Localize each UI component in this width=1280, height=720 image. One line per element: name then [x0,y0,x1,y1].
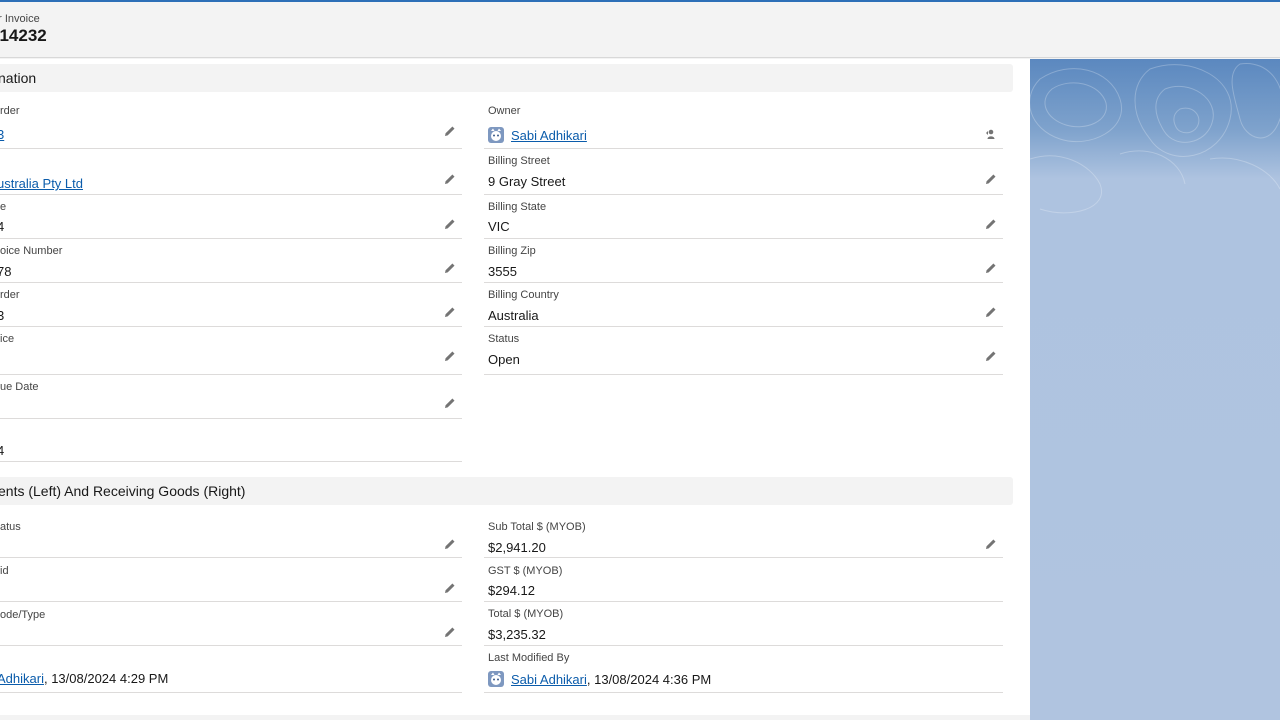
field-sub-total: Sub Total $ (MYOB) $2,941.20 [484,515,1003,558]
field-value-link[interactable]: ustralia Pty Ltd [0,176,83,191]
section-header-information[interactable]: nation [0,64,1013,92]
field-due-date: ue Date [0,375,462,419]
field-paid: id [0,558,462,602]
field-billing-street: Billing Street 9 Gray Street [484,149,1003,195]
created-date: , 13/08/2024 4:29 PM [43,671,169,686]
field-date: e 4 [0,195,462,239]
field-gst: GST $ (MYOB) $294.12 [484,558,1003,602]
record-number: 014232 [0,26,47,45]
pencil-icon[interactable] [985,262,997,274]
field-billing-state: Billing State VIC [484,195,1003,239]
field-value-modified: Sabi Adhikari, 13/08/2024 4:36 PM [488,671,711,687]
field-label: ice [0,333,15,345]
field-billing-country: Billing Country Australia [484,283,1003,327]
pencil-icon[interactable] [985,538,997,550]
field-label: Status [488,333,520,345]
modified-by-link[interactable]: Sabi Adhikari [511,672,587,687]
field-label: id [0,565,9,577]
record-header: or Invoice 014232 [0,2,1280,58]
modified-date: , 13/08/2024 4:36 PM [586,672,712,687]
field-value-owner: Sabi Adhikari [488,127,587,143]
field-value: 4 [0,443,5,458]
field-total: Total $ (MYOB) $3,235.32 [484,602,1003,646]
field-label: ue Date [0,381,39,393]
section-title: ents (Left) And Receiving Goods (Right) [0,483,246,499]
created-by-link[interactable]: Adhikari [0,671,44,686]
pencil-icon[interactable] [444,626,456,638]
user-avatar-icon [488,671,504,687]
field-label: atus [0,521,21,533]
pencil-icon[interactable] [985,218,997,230]
field-label: Last Modified By [488,652,570,664]
pencil-icon[interactable] [444,350,456,362]
field-value: 3 [0,308,5,323]
topographic-pattern [1030,63,1280,214]
pencil-icon[interactable] [985,306,997,318]
field-label: Billing Street [488,155,550,167]
field-value: 3555 [488,264,517,279]
bottom-edge [0,715,1030,720]
field-label: Total $ (MYOB) [488,608,564,620]
field-value: Open [488,352,520,367]
field-label: Sub Total $ (MYOB) [488,521,586,533]
field-status: Status Open [484,327,1003,375]
field-readonly: 4 [0,419,462,462]
field-value: 78 [0,264,12,279]
section-title: nation [0,70,37,86]
field-value-link[interactable]: 3 [0,127,4,142]
pencil-icon[interactable] [444,262,456,274]
pencil-icon[interactable] [444,125,456,137]
field-account: ustralia Pty Ltd [0,149,462,195]
field-label: oice Number [0,245,63,257]
field-value: $294.12 [488,583,535,598]
field-value: 9 Gray Street [488,174,566,189]
pencil-icon[interactable] [985,173,997,185]
section-header-payments[interactable]: ents (Left) And Receiving Goods (Right) [0,477,1013,505]
field-label: e [0,201,7,213]
pencil-icon[interactable] [444,218,456,230]
field-label: Billing Zip [488,245,536,257]
field-value: Australia [488,308,539,323]
owner-link[interactable]: Sabi Adhikari [511,128,587,143]
field-label: rder [0,105,20,117]
field-invoice-number: oice Number 78 [0,239,462,283]
field-last-modified-by: Last Modified By Sabi Adhikari, 13/08/20… [484,646,1003,693]
object-type-label: or Invoice [0,13,40,25]
pencil-icon[interactable] [444,306,456,318]
field-value: $3,235.32 [488,627,546,642]
field-invoice: ice [0,327,462,375]
field-owner: Owner Sabi Adhikari [484,103,1003,149]
change-owner-icon[interactable] [985,128,997,140]
pencil-icon[interactable] [444,397,456,409]
field-value: 4 [0,219,5,234]
field-payment-status: atus [0,515,462,558]
field-code-type: ode/Type [0,602,462,646]
pencil-icon[interactable] [985,350,997,362]
field-order-2: rder 3 [0,283,462,327]
field-value: VIC [488,219,510,234]
field-value: $2,941.20 [488,540,546,555]
field-label: rder [0,289,20,301]
side-background-panel [1030,59,1280,720]
field-label: ode/Type [0,609,46,621]
pencil-icon[interactable] [444,582,456,594]
field-created-by: Adhikari, 13/08/2024 4:29 PM [0,646,462,693]
field-label: Billing State [488,201,547,213]
field-label: Billing Country [488,289,559,301]
record-detail-panel: nation rder 3 ustralia Pty Ltd e 4 oice … [0,59,1030,720]
field-billing-zip: Billing Zip 3555 [484,239,1003,283]
pencil-icon[interactable] [444,173,456,185]
field-label: GST $ (MYOB) [488,565,563,577]
field-value-created: Adhikari, 13/08/2024 4:29 PM [0,671,168,686]
pencil-icon[interactable] [444,538,456,550]
field-order: rder 3 [0,103,462,149]
user-avatar-icon [488,127,504,143]
field-label: Owner [488,105,521,117]
